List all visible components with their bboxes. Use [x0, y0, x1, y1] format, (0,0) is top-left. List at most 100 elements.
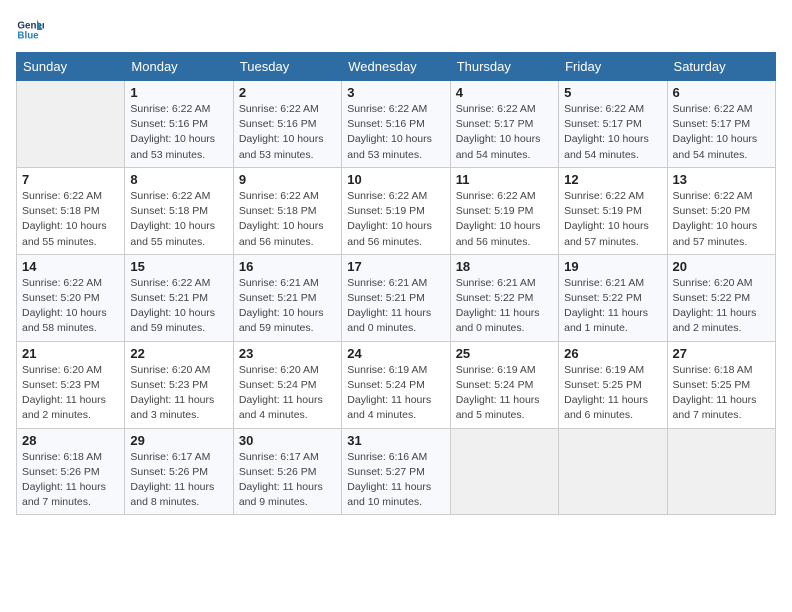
- day-cell: 30 Sunrise: 6:17 AM Sunset: 5:26 PM Dayli…: [233, 428, 341, 515]
- day-cell: 26 Sunrise: 6:19 AM Sunset: 5:25 PM Dayli…: [559, 341, 667, 428]
- day-number: 7: [22, 172, 119, 187]
- day-number: 20: [673, 259, 770, 274]
- day-number: 22: [130, 346, 227, 361]
- day-number: 3: [347, 85, 444, 100]
- day-cell: 1 Sunrise: 6:22 AM Sunset: 5:16 PM Daylig…: [125, 81, 233, 168]
- day-number: 25: [456, 346, 553, 361]
- day-info: Sunrise: 6:22 AM Sunset: 5:16 PM Dayligh…: [347, 102, 444, 163]
- day-info: Sunrise: 6:19 AM Sunset: 5:25 PM Dayligh…: [564, 363, 661, 424]
- day-info: Sunrise: 6:22 AM Sunset: 5:19 PM Dayligh…: [564, 189, 661, 250]
- day-info: Sunrise: 6:20 AM Sunset: 5:23 PM Dayligh…: [130, 363, 227, 424]
- day-number: 26: [564, 346, 661, 361]
- day-info: Sunrise: 6:17 AM Sunset: 5:26 PM Dayligh…: [239, 450, 336, 511]
- day-cell: 24Sunrise: 6:19 AM Sunset: 5:24 PM Dayli…: [342, 341, 450, 428]
- day-cell: 21 Sunrise: 6:20 AM Sunset: 5:23 PM Dayli…: [17, 341, 125, 428]
- header: General Blue: [16, 16, 776, 44]
- day-cell: 20 Sunrise: 6:20 AM Sunset: 5:22 PM Dayli…: [667, 254, 775, 341]
- day-info: Sunrise: 6:21 AM Sunset: 5:21 PM Dayligh…: [239, 276, 336, 337]
- day-info: Sunrise: 6:22 AM Sunset: 5:20 PM Dayligh…: [673, 189, 770, 250]
- day-info: Sunrise: 6:19 AM Sunset: 5:24 PM Dayligh…: [456, 363, 553, 424]
- day-number: 19: [564, 259, 661, 274]
- day-info: Sunrise: 6:22 AM Sunset: 5:17 PM Dayligh…: [456, 102, 553, 163]
- day-cell: [667, 428, 775, 515]
- week-row-1: 1 Sunrise: 6:22 AM Sunset: 5:16 PM Daylig…: [17, 81, 776, 168]
- day-cell: 25 Sunrise: 6:19 AM Sunset: 5:24 PM Dayli…: [450, 341, 558, 428]
- day-info: Sunrise: 6:22 AM Sunset: 5:19 PM Dayligh…: [347, 189, 444, 250]
- day-cell: [17, 81, 125, 168]
- day-info: Sunrise: 6:22 AM Sunset: 5:18 PM Dayligh…: [239, 189, 336, 250]
- day-cell: 12 Sunrise: 6:22 AM Sunset: 5:19 PM Dayli…: [559, 167, 667, 254]
- day-cell: 7Sunrise: 6:22 AM Sunset: 5:18 PM Daylig…: [17, 167, 125, 254]
- day-number: 5: [564, 85, 661, 100]
- day-number: 11: [456, 172, 553, 187]
- day-number: 9: [239, 172, 336, 187]
- day-cell: 14Sunrise: 6:22 AM Sunset: 5:20 PM Dayli…: [17, 254, 125, 341]
- day-cell: 23 Sunrise: 6:20 AM Sunset: 5:24 PM Dayli…: [233, 341, 341, 428]
- day-info: Sunrise: 6:22 AM Sunset: 5:20 PM Dayligh…: [22, 276, 119, 337]
- day-number: 6: [673, 85, 770, 100]
- day-number: 12: [564, 172, 661, 187]
- day-cell: 13 Sunrise: 6:22 AM Sunset: 5:20 PM Dayli…: [667, 167, 775, 254]
- week-row-4: 21 Sunrise: 6:20 AM Sunset: 5:23 PM Dayli…: [17, 341, 776, 428]
- day-cell: 15 Sunrise: 6:22 AM Sunset: 5:21 PM Dayli…: [125, 254, 233, 341]
- day-number: 4: [456, 85, 553, 100]
- day-info: Sunrise: 6:16 AM Sunset: 5:27 PM Dayligh…: [347, 450, 444, 511]
- day-info: Sunrise: 6:18 AM Sunset: 5:25 PM Dayligh…: [673, 363, 770, 424]
- header-cell-tuesday: Tuesday: [233, 53, 341, 81]
- day-info: Sunrise: 6:18 AM Sunset: 5:26 PM Dayligh…: [22, 450, 119, 511]
- day-number: 10: [347, 172, 444, 187]
- day-number: 29: [130, 433, 227, 448]
- day-number: 23: [239, 346, 336, 361]
- day-info: Sunrise: 6:21 AM Sunset: 5:22 PM Dayligh…: [564, 276, 661, 337]
- logo-icon: General Blue: [16, 16, 44, 44]
- day-info: Sunrise: 6:22 AM Sunset: 5:21 PM Dayligh…: [130, 276, 227, 337]
- day-cell: 31 Sunrise: 6:16 AM Sunset: 5:27 PM Dayli…: [342, 428, 450, 515]
- day-number: 30: [239, 433, 336, 448]
- header-cell-monday: Monday: [125, 53, 233, 81]
- day-info: Sunrise: 6:20 AM Sunset: 5:23 PM Dayligh…: [22, 363, 119, 424]
- day-number: 1: [130, 85, 227, 100]
- day-number: 13: [673, 172, 770, 187]
- day-cell: 4 Sunrise: 6:22 AM Sunset: 5:17 PM Daylig…: [450, 81, 558, 168]
- day-cell: 3 Sunrise: 6:22 AM Sunset: 5:16 PM Daylig…: [342, 81, 450, 168]
- day-cell: 27 Sunrise: 6:18 AM Sunset: 5:25 PM Dayli…: [667, 341, 775, 428]
- header-cell-sunday: Sunday: [17, 53, 125, 81]
- day-number: 31: [347, 433, 444, 448]
- day-number: 16: [239, 259, 336, 274]
- day-info: Sunrise: 6:22 AM Sunset: 5:16 PM Dayligh…: [239, 102, 336, 163]
- week-row-5: 28 Sunrise: 6:18 AM Sunset: 5:26 PM Dayli…: [17, 428, 776, 515]
- day-cell: [450, 428, 558, 515]
- day-cell: 28 Sunrise: 6:18 AM Sunset: 5:26 PM Dayli…: [17, 428, 125, 515]
- day-number: 21: [22, 346, 119, 361]
- day-cell: 19 Sunrise: 6:21 AM Sunset: 5:22 PM Dayli…: [559, 254, 667, 341]
- day-cell: [559, 428, 667, 515]
- header-cell-thursday: Thursday: [450, 53, 558, 81]
- day-cell: 11 Sunrise: 6:22 AM Sunset: 5:19 PM Dayli…: [450, 167, 558, 254]
- day-info: Sunrise: 6:22 AM Sunset: 5:18 PM Dayligh…: [130, 189, 227, 250]
- day-number: 17: [347, 259, 444, 274]
- day-number: 2: [239, 85, 336, 100]
- day-cell: 6Sunrise: 6:22 AM Sunset: 5:17 PM Daylig…: [667, 81, 775, 168]
- day-cell: 10 Sunrise: 6:22 AM Sunset: 5:19 PM Dayli…: [342, 167, 450, 254]
- day-number: 15: [130, 259, 227, 274]
- day-info: Sunrise: 6:22 AM Sunset: 5:19 PM Dayligh…: [456, 189, 553, 250]
- day-number: 24: [347, 346, 444, 361]
- calendar-body: 1 Sunrise: 6:22 AM Sunset: 5:16 PM Daylig…: [17, 81, 776, 515]
- day-cell: 18 Sunrise: 6:21 AM Sunset: 5:22 PM Dayli…: [450, 254, 558, 341]
- day-cell: 29 Sunrise: 6:17 AM Sunset: 5:26 PM Dayli…: [125, 428, 233, 515]
- day-info: Sunrise: 6:21 AM Sunset: 5:22 PM Dayligh…: [456, 276, 553, 337]
- day-info: Sunrise: 6:20 AM Sunset: 5:24 PM Dayligh…: [239, 363, 336, 424]
- day-info: Sunrise: 6:20 AM Sunset: 5:22 PM Dayligh…: [673, 276, 770, 337]
- day-cell: 8 Sunrise: 6:22 AM Sunset: 5:18 PM Daylig…: [125, 167, 233, 254]
- day-number: 8: [130, 172, 227, 187]
- day-info: Sunrise: 6:17 AM Sunset: 5:26 PM Dayligh…: [130, 450, 227, 511]
- svg-text:Blue: Blue: [17, 30, 39, 41]
- calendar-table: SundayMondayTuesdayWednesdayThursdayFrid…: [16, 52, 776, 515]
- day-number: 18: [456, 259, 553, 274]
- day-info: Sunrise: 6:22 AM Sunset: 5:16 PM Dayligh…: [130, 102, 227, 163]
- day-cell: 22 Sunrise: 6:20 AM Sunset: 5:23 PM Dayli…: [125, 341, 233, 428]
- day-cell: 5 Sunrise: 6:22 AM Sunset: 5:17 PM Daylig…: [559, 81, 667, 168]
- day-info: Sunrise: 6:22 AM Sunset: 5:17 PM Dayligh…: [564, 102, 661, 163]
- day-number: 28: [22, 433, 119, 448]
- day-number: 27: [673, 346, 770, 361]
